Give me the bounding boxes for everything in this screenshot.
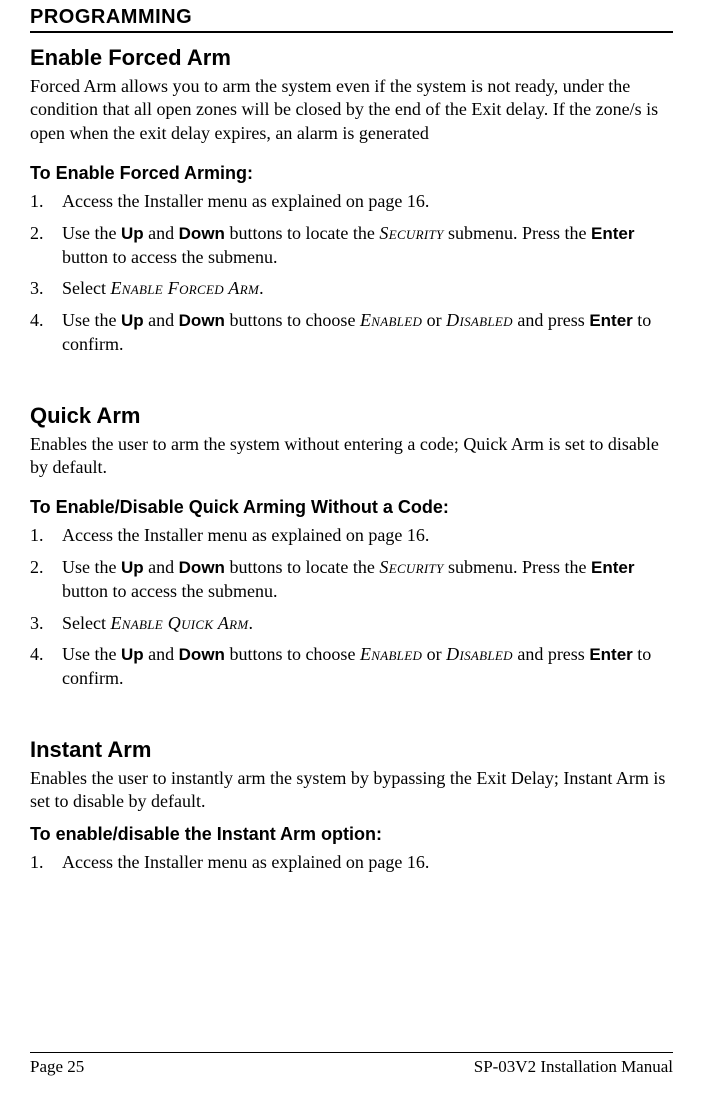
step-num: 4. <box>30 309 62 333</box>
step: 1.Access the Installer menu as explained… <box>30 524 673 548</box>
forced-arm-subheading: To Enable Forced Arming: <box>30 163 673 184</box>
instant-arm-steps: 1.Access the Installer menu as explained… <box>30 851 673 875</box>
forced-arm-steps: 1.Access the Installer menu as explained… <box>30 190 673 357</box>
step-text: Use the Up and Down buttons to locate th… <box>62 223 635 267</box>
step-num: 2. <box>30 556 62 580</box>
step: 2.Use the Up and Down buttons to locate … <box>30 222 673 270</box>
step-text: Use the Up and Down buttons to locate th… <box>62 557 635 601</box>
quick-arm-description: Enables the user to arm the system witho… <box>30 433 673 480</box>
step: 4.Use the Up and Down buttons to choose … <box>30 643 673 691</box>
page-header: PROGRAMMING <box>30 0 673 33</box>
step: 3.Select Enable Quick Arm. <box>30 612 673 636</box>
step-text: Select Enable Quick Arm. <box>62 613 253 633</box>
step-text: Select Enable Forced Arm. <box>62 278 264 298</box>
instant-arm-description: Enables the user to instantly arm the sy… <box>30 767 673 814</box>
step-text: Use the Up and Down buttons to choose En… <box>62 644 651 688</box>
step: 4.Use the Up and Down buttons to choose … <box>30 309 673 357</box>
section-title-forced-arm: Enable Forced Arm <box>30 45 673 71</box>
step-num: 1. <box>30 851 62 875</box>
footer-manual-title: SP-03V2 Installation Manual <box>474 1057 673 1077</box>
step: 1.Access the Installer menu as explained… <box>30 851 673 875</box>
step-num: 4. <box>30 643 62 667</box>
step-num: 2. <box>30 222 62 246</box>
section-title-instant-arm: Instant Arm <box>30 737 673 763</box>
step: 2.Use the Up and Down buttons to locate … <box>30 556 673 604</box>
step-text: Use the Up and Down buttons to choose En… <box>62 310 651 354</box>
quick-arm-steps: 1.Access the Installer menu as explained… <box>30 524 673 691</box>
step: 1.Access the Installer menu as explained… <box>30 190 673 214</box>
instant-arm-subheading: To enable/disable the Instant Arm option… <box>30 824 673 845</box>
quick-arm-subheading: To Enable/Disable Quick Arming Without a… <box>30 497 673 518</box>
step-num: 1. <box>30 190 62 214</box>
section-title-quick-arm: Quick Arm <box>30 403 673 429</box>
step-text: Access the Installer menu as explained o… <box>62 525 429 545</box>
page-footer: Page 25 SP-03V2 Installation Manual <box>30 1052 673 1077</box>
step: 3.Select Enable Forced Arm. <box>30 277 673 301</box>
step-text: Access the Installer menu as explained o… <box>62 852 429 872</box>
step-num: 3. <box>30 277 62 301</box>
step-num: 3. <box>30 612 62 636</box>
step-text: Access the Installer menu as explained o… <box>62 191 429 211</box>
forced-arm-description: Forced Arm allows you to arm the system … <box>30 75 673 145</box>
step-num: 1. <box>30 524 62 548</box>
footer-page-number: Page 25 <box>30 1057 84 1077</box>
